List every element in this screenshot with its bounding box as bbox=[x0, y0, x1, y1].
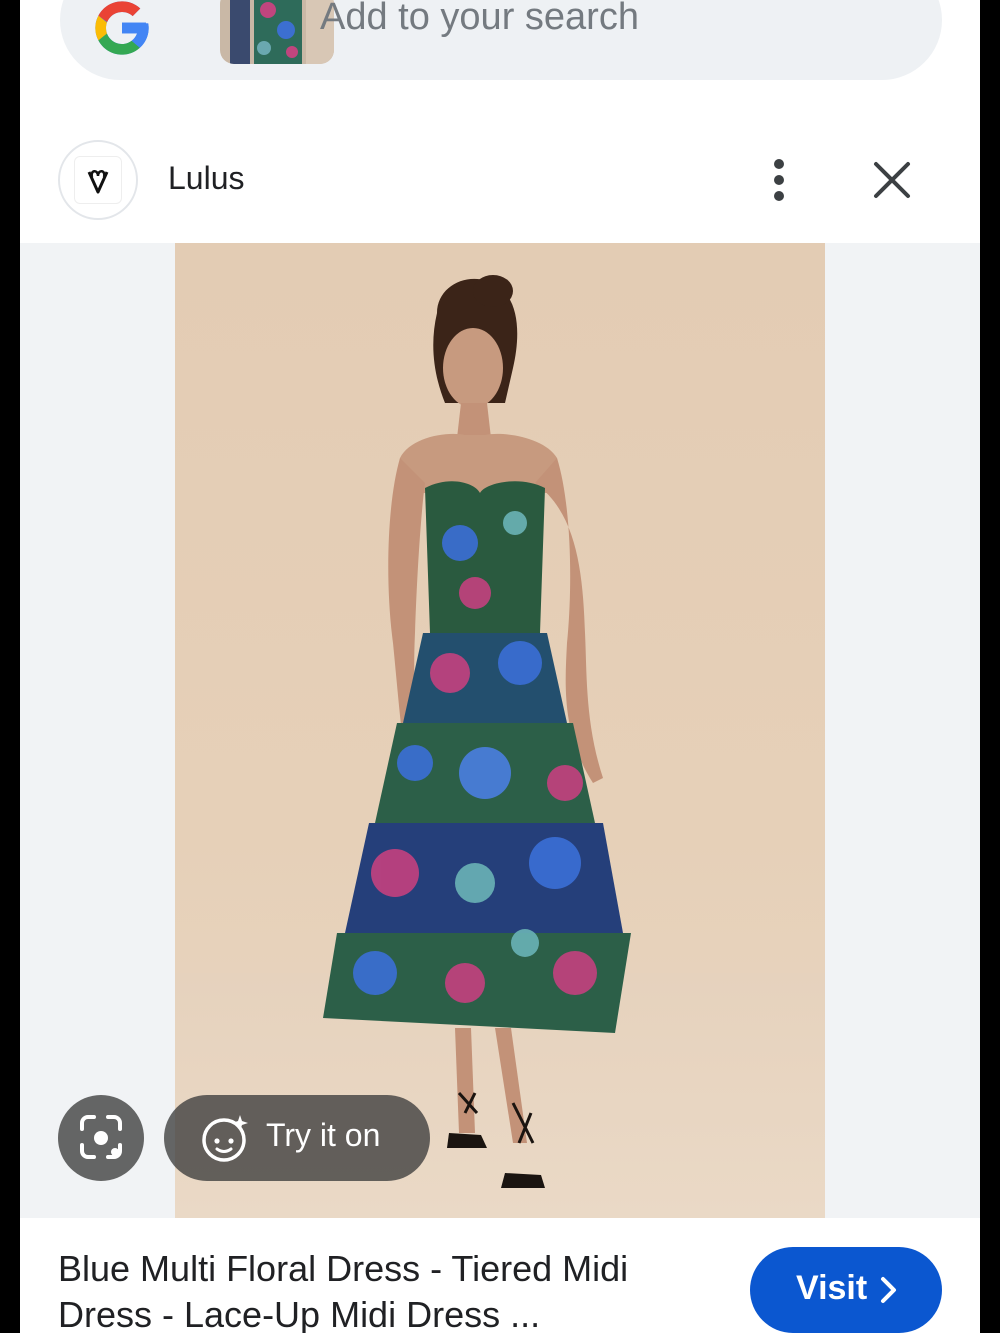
source-avatar[interactable] bbox=[58, 140, 138, 220]
close-icon[interactable] bbox=[872, 160, 912, 200]
screen: Add to your search Lulus Try it on Blue … bbox=[20, 0, 980, 1333]
search-image-thumbnail[interactable] bbox=[220, 0, 334, 64]
image-viewer: Try it on bbox=[20, 243, 980, 1218]
google-lens-button[interactable] bbox=[58, 1095, 144, 1181]
lulus-heart-logo-icon bbox=[87, 170, 109, 194]
dress-illustration bbox=[175, 275, 825, 1218]
chevron-right-icon bbox=[881, 1277, 896, 1303]
product-title[interactable]: Blue Multi Floral Dress - Tiered Midi Dr… bbox=[58, 1246, 698, 1333]
thumbnail-image bbox=[220, 0, 334, 64]
google-lens-icon bbox=[80, 1115, 122, 1159]
avatar-inner bbox=[74, 156, 122, 204]
more-vert-icon[interactable] bbox=[760, 158, 798, 202]
visit-label: Visit bbox=[796, 1269, 868, 1307]
try-it-on-label: Try it on bbox=[266, 1117, 381, 1153]
face-sparkle-icon bbox=[202, 1115, 248, 1162]
product-photo[interactable] bbox=[175, 243, 825, 1218]
google-g-icon bbox=[95, 1, 149, 55]
source-header: Lulus bbox=[20, 120, 980, 242]
try-it-on-button[interactable]: Try it on bbox=[164, 1095, 430, 1181]
search-input[interactable]: Add to your search bbox=[320, 0, 639, 39]
search-bar[interactable]: Add to your search bbox=[60, 0, 942, 80]
source-name[interactable]: Lulus bbox=[168, 160, 245, 197]
visit-button[interactable]: Visit bbox=[750, 1247, 942, 1333]
